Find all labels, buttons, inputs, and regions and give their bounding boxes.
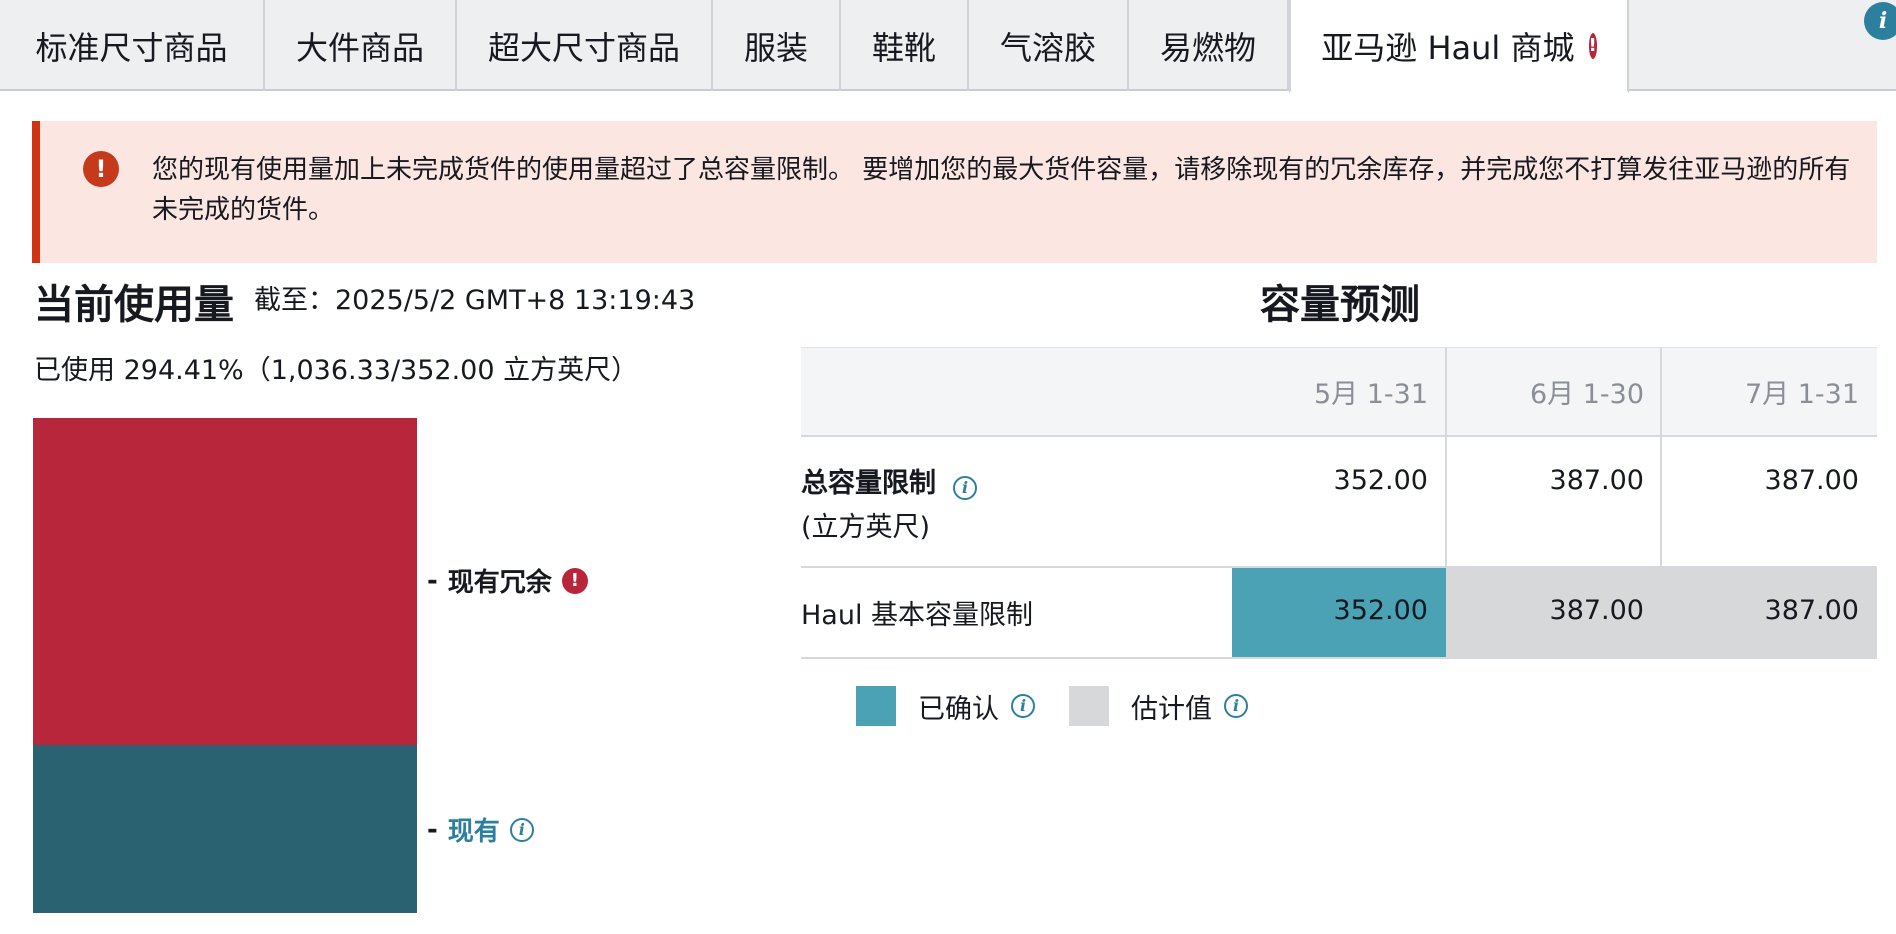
legend-current: - 现有 i [427, 811, 534, 848]
column-header: 6月 1-30 [1529, 379, 1644, 410]
tab-apparel[interactable]: 服装 [713, 0, 841, 91]
tab-label: 易燃物 [1160, 28, 1257, 67]
row-label: 总容量限制 i (立方英尺) [801, 463, 978, 551]
table-cell: 387.00 [1549, 465, 1644, 496]
info-icon[interactable]: i [953, 475, 978, 500]
table-header: 5月 1-31 6月 1-30 7月 1-31 [801, 347, 1877, 438]
excess-segment [33, 418, 417, 745]
info-icon[interactable]: i [1011, 694, 1035, 718]
info-icon[interactable]: i [509, 817, 534, 842]
tab-label: 超大尺寸商品 [488, 28, 681, 67]
usage-timestamp: 截至：2025/5/2 GMT+8 13:19:43 [254, 285, 696, 316]
column-header: 5月 1-31 [1313, 379, 1428, 410]
legend-dash: - [427, 565, 438, 596]
tab-label: 气溶胶 [1000, 28, 1097, 67]
legend-current-label[interactable]: 现有 [448, 811, 500, 848]
tab-footwear[interactable]: 鞋靴 [841, 0, 969, 91]
tab-oversize[interactable]: 超大尺寸商品 [457, 0, 713, 91]
row-label-title: 总容量限制 [801, 468, 936, 499]
legend-excess-label: 现有冗余 [447, 568, 552, 598]
error-icon: ! [561, 567, 588, 594]
row-label: Haul 基本容量限制 [801, 600, 1034, 631]
table-row: Haul 基本容量限制 352.00 387.00 387.00 [801, 568, 1877, 659]
exclamation-circle-icon: ! [83, 151, 119, 187]
tab-flammable[interactable]: 易燃物 [1129, 0, 1289, 91]
info-icon[interactable]: i [1224, 694, 1248, 718]
alert-message: 您的现有使用量加上未完成货件的使用量超过了总容量限制。 要增加您的最大货件容量，… [152, 155, 1851, 225]
usage-title: 当前使用量 [34, 282, 234, 328]
tab-standard-size[interactable]: 标准尺寸商品 [0, 0, 265, 91]
forecast-title: 容量预测 [1260, 282, 1420, 328]
tab-aerosol[interactable]: 气溶胶 [969, 0, 1129, 91]
row-label-unit: (立方英尺) [801, 512, 931, 543]
current-segment [33, 745, 417, 913]
tab-label: 服装 [744, 28, 809, 67]
table-cell: 387.00 [1764, 465, 1859, 496]
table-row: 总容量限制 i (立方英尺) 352.00 387.00 387.00 [801, 437, 1877, 568]
tab-label: 大件商品 [296, 28, 425, 67]
forecast-table: 5月 1-31 6月 1-30 7月 1-31 总容量限制 i (立方英尺) 3… [801, 347, 1877, 659]
tab-haul[interactable]: 亚马逊 Haul 商城 ! [1289, 0, 1629, 93]
legend-confirmed-label: 已确认 [918, 693, 999, 725]
tab-large[interactable]: 大件商品 [265, 0, 457, 91]
error-alert: ! 您的现有使用量加上未完成货件的使用量超过了总容量限制。 要增加您的最大货件容… [32, 121, 1877, 263]
table-cell: 387.00 [1764, 595, 1859, 626]
confirmed-swatch [856, 686, 896, 726]
error-icon: ! [1588, 32, 1597, 59]
usage-summary: 已使用 294.41%（1,036.33/352.00 立方英尺） [34, 355, 639, 386]
tab-label: 鞋靴 [872, 28, 937, 67]
tab-label: 标准尺寸商品 [35, 28, 228, 67]
tab-bar: 标准尺寸商品 大件商品 超大尺寸商品 服装 鞋靴 气溶胶 易燃物 亚马逊 Hau… [0, 0, 1896, 93]
legend-dash: - [427, 814, 438, 845]
usage-stacked-bar [33, 418, 417, 913]
legend-excess: - 现有冗余 ! [427, 562, 588, 599]
table-cell: 352.00 [1333, 465, 1428, 496]
legend-estimated-label: 估计值 [1131, 693, 1212, 725]
column-header: 7月 1-31 [1744, 379, 1859, 410]
table-cell: 352.00 [1333, 595, 1428, 626]
table-cell: 387.00 [1549, 595, 1644, 626]
estimated-swatch [1069, 686, 1109, 726]
tab-label: 亚马逊 Haul 商城 [1321, 28, 1575, 67]
info-icon[interactable]: i [1864, 2, 1896, 40]
forecast-legend: 已确认 i 估计值 i [856, 686, 1248, 726]
